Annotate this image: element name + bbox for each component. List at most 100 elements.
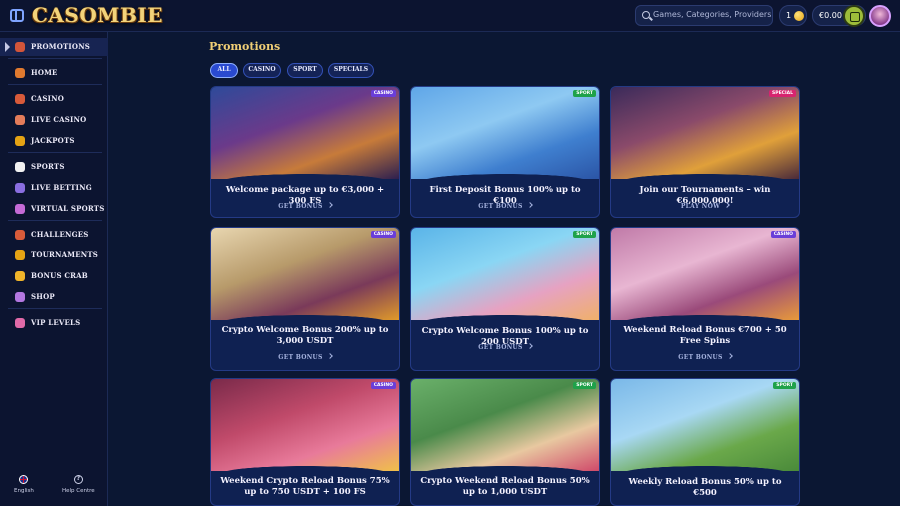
sidebar: PROMOTIONS HOME CASINO LIVE CASINO JACKPOTS S… — [0, 32, 108, 506]
sidebar-item-label: SPORTS — [31, 162, 65, 171]
category-badge: CASINO — [370, 382, 396, 389]
sidebar-item-shop[interactable]: SHOP — [0, 288, 108, 306]
live-betting-icon — [15, 183, 25, 193]
tournament-art — [611, 87, 799, 179]
sidebar-item-label: CASINO — [31, 94, 65, 103]
home-icon — [15, 68, 25, 78]
help-icon: ? — [73, 475, 83, 484]
sidebar-divider — [8, 308, 102, 309]
search-placeholder: Games, Categories, Providers — [653, 10, 772, 19]
promo-card[interactable]: CASINO Welcome package up to €3,000 + 300… — [210, 86, 400, 218]
card-divider — [611, 465, 799, 473]
promo-card[interactable]: SPORT Weekly Reload Bonus 50% up to €500 — [610, 378, 800, 506]
category-badge: SPORT — [573, 382, 596, 389]
promo-card[interactable]: CASINO Weekend Crypto Reload Bonus 75% up… — [210, 378, 400, 506]
sidebar-item-challenges[interactable]: CHALLENGES — [0, 226, 108, 244]
casino-icon — [15, 94, 25, 104]
language-selector[interactable]: English — [14, 475, 34, 494]
promo-cta-label: GET BONUS — [678, 354, 723, 361]
chevron-right-icon — [526, 343, 533, 349]
promo-title: Weekend Reload Bonus €700 + 50 Free Spin… — [623, 325, 787, 346]
promo-card[interactable]: SPORT Crypto Welcome Bonus 100% up to 200… — [410, 227, 600, 371]
promo-cta-link[interactable]: GET BONUS — [211, 353, 399, 361]
chevron-right-icon — [326, 353, 333, 359]
promo-cta-label: GET BONUS — [278, 203, 323, 210]
card-divider — [211, 465, 399, 473]
sidebar-item-tournaments[interactable]: TOURNAMENTS — [0, 246, 108, 264]
filter-all[interactable]: ALL — [210, 63, 238, 78]
sidebar-toggle-icon[interactable] — [10, 9, 24, 22]
sidebar-item-vip-levels[interactable]: VIP LEVELS — [0, 314, 108, 332]
promo-cta-link[interactable]: PLAY NOW — [611, 202, 799, 210]
sidebar-item-label: SHOP — [31, 292, 55, 301]
promo-cta-label: GET BONUS — [478, 203, 523, 210]
promo-card[interactable]: CASINO Weekend Reload Bonus €700 + 50 Fre… — [610, 227, 800, 371]
crypto-chest-art — [211, 228, 399, 320]
sidebar-item-virtual-sports[interactable]: VIRTUAL SPORTS — [0, 200, 108, 218]
search-input[interactable]: Games, Categories, Providers — [635, 5, 773, 26]
coins-value: 1 — [786, 11, 792, 20]
wallet-icon[interactable] — [843, 5, 865, 27]
promo-cta-link[interactable]: GET BONUS — [611, 353, 799, 361]
sidebar-item-promotions[interactable]: PROMOTIONS — [0, 38, 108, 56]
sidebar-item-casino[interactable]: CASINO — [0, 90, 108, 108]
sidebar-divider — [8, 220, 102, 221]
sidebar-item-home[interactable]: HOME — [0, 64, 108, 82]
chevron-right-icon — [526, 202, 533, 208]
promo-cta-link[interactable]: GET BONUS — [411, 202, 599, 210]
promo-title: Weekly Reload Bonus 50% up to €500 — [628, 477, 782, 498]
language-label: English — [14, 488, 34, 494]
category-badge: SPORT — [573, 90, 596, 97]
avatar[interactable] — [869, 5, 891, 27]
gift-icon — [15, 42, 25, 52]
sidebar-item-jackpots[interactable]: JACKPOTS — [0, 132, 108, 150]
promo-card[interactable]: SPORT First Deposit Bonus 100% up to €100… — [410, 86, 600, 218]
sidebar-item-label: CHALLENGES — [31, 230, 89, 239]
promo-title: Weekend Crypto Reload Bonus 75% up to 75… — [220, 476, 390, 497]
promo-cta-link[interactable]: GET BONUS — [411, 343, 599, 351]
sidebar-item-label: LIVE BETTING — [31, 183, 92, 192]
sidebar-item-label: BONUS CRAB — [31, 271, 88, 280]
card-divider — [411, 173, 599, 181]
sidebar-divider — [8, 58, 102, 59]
gem-icon — [15, 318, 25, 328]
sidebar-item-label: HOME — [31, 68, 58, 77]
chevron-right-icon — [326, 202, 333, 208]
promo-card[interactable]: SPECIAL Join our Tournaments – win €6,000… — [610, 86, 800, 218]
crypto-run-art — [411, 228, 599, 320]
sidebar-item-label: VIP LEVELS — [31, 318, 81, 327]
search-icon — [642, 11, 650, 19]
card-divider — [611, 314, 799, 322]
card-divider — [211, 173, 399, 181]
category-badge: CASINO — [370, 90, 396, 97]
promo-cta-link[interactable]: GET BONUS — [211, 202, 399, 210]
sidebar-item-label: PROMOTIONS — [31, 42, 91, 51]
sidebar-item-label: JACKPOTS — [31, 136, 75, 145]
sidebar-item-label: VIRTUAL SPORTS — [31, 204, 105, 213]
sidebar-item-bonus-crab[interactable]: BONUS CRAB — [0, 267, 108, 285]
sidebar-item-sports[interactable]: SPORTS — [0, 158, 108, 176]
chevron-right-icon — [726, 353, 733, 359]
promo-card[interactable]: SPORT Crypto Weekend Reload Bonus 50% up … — [410, 378, 600, 506]
card-divider — [611, 173, 799, 181]
coins-counter[interactable]: 1 — [779, 5, 807, 26]
sport-kick-art — [411, 87, 599, 179]
candles-art — [211, 379, 399, 471]
filter-sport[interactable]: SPORT — [287, 63, 323, 78]
coin-icon — [794, 11, 804, 21]
logo[interactable]: CASOMBIE — [32, 3, 163, 27]
live-casino-icon — [15, 115, 25, 125]
balance-value: €0.00 — [819, 11, 842, 20]
filter-casino[interactable]: CASINO — [243, 63, 281, 78]
filter-specials[interactable]: SPECIALS — [328, 63, 374, 78]
shop-icon — [15, 292, 25, 302]
promo-cta-label: GET BONUS — [278, 354, 323, 361]
help-centre-link[interactable]: ? Help Centre — [62, 475, 95, 494]
chevron-right-icon — [724, 202, 730, 208]
card-divider — [411, 465, 599, 473]
promo-card[interactable]: CASINO Crypto Welcome Bonus 200% up to 3,… — [210, 227, 400, 371]
sidebar-item-live-betting[interactable]: LIVE BETTING — [0, 179, 108, 197]
dice-art — [411, 379, 599, 471]
flag-icon — [19, 475, 29, 484]
sidebar-item-live-casino[interactable]: LIVE CASINO — [0, 111, 108, 129]
